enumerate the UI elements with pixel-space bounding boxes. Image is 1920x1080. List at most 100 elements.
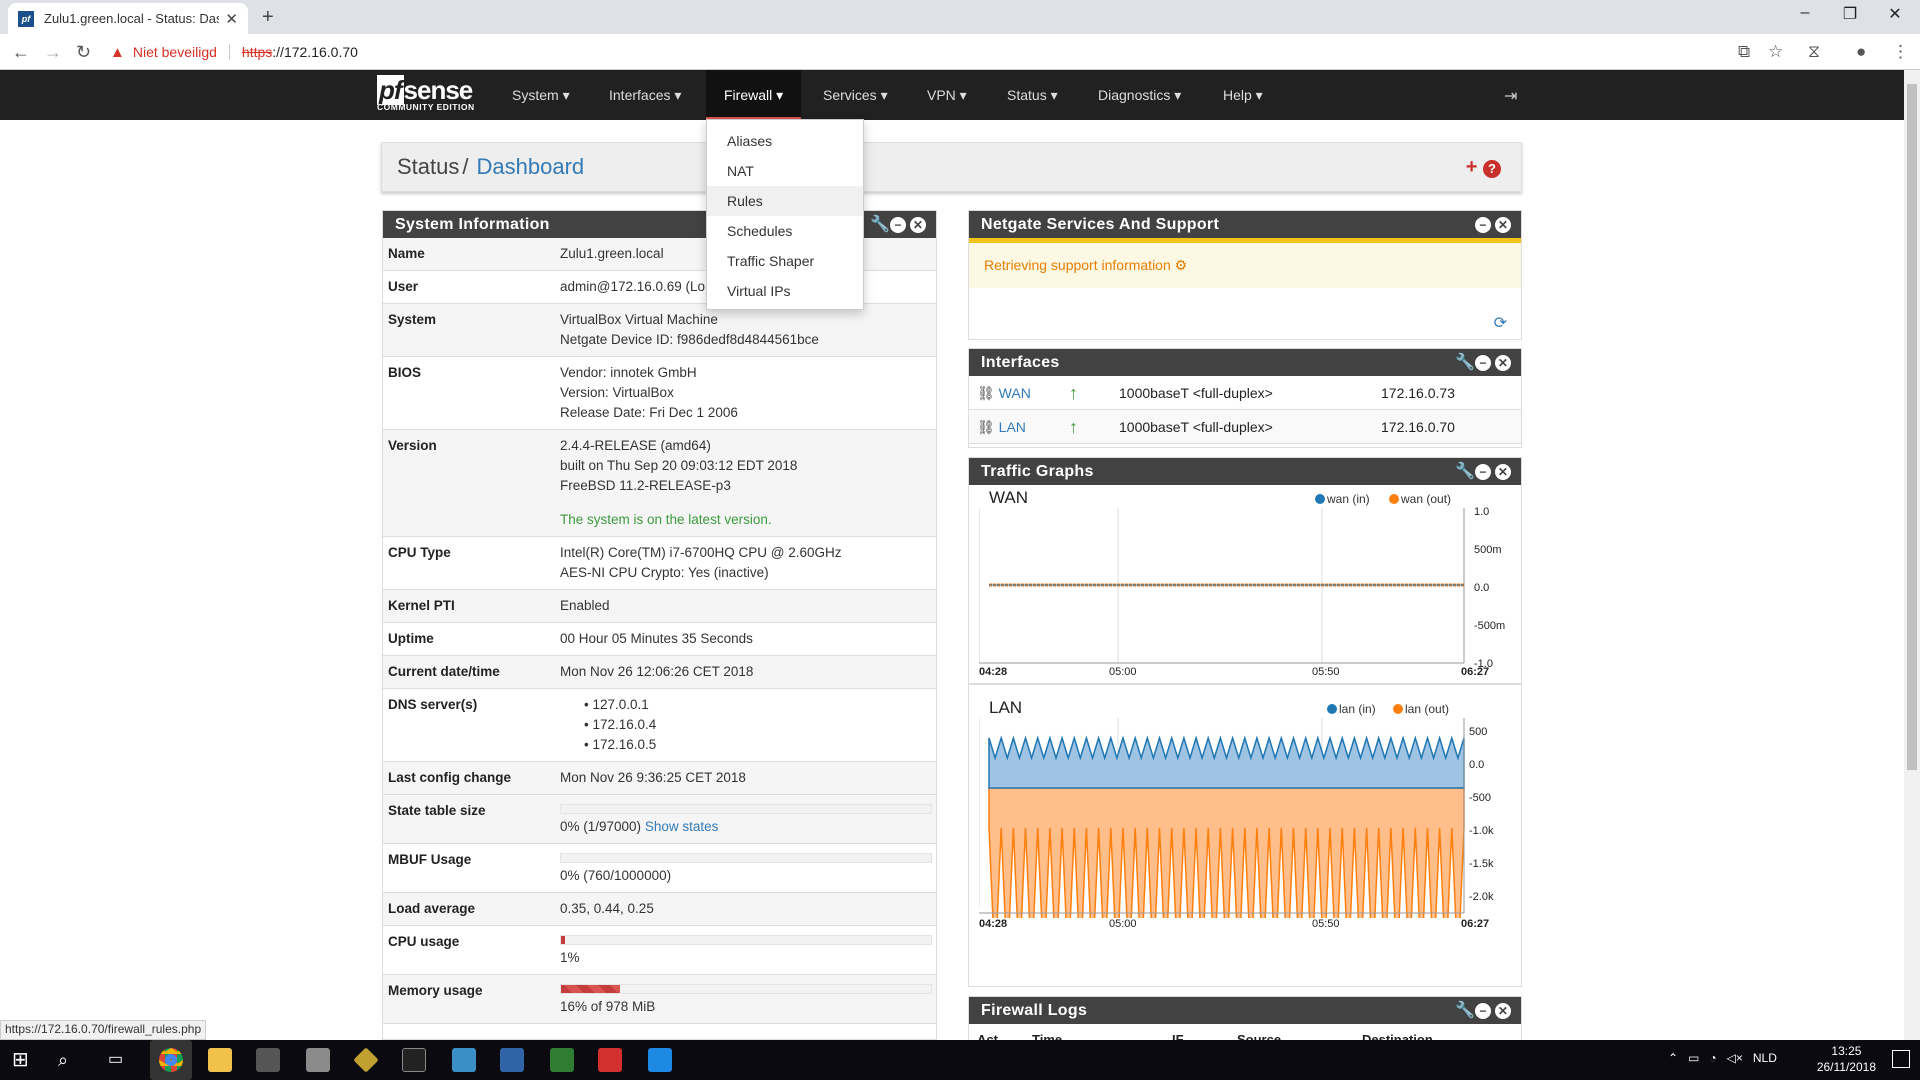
translate-icon[interactable]: ⧉: [1738, 42, 1750, 62]
menu-item-schedules[interactable]: Schedules: [707, 216, 863, 246]
logout-icon[interactable]: ⇥: [1504, 86, 1517, 106]
terminal-icon[interactable]: [402, 1048, 426, 1072]
breadcrumb-page[interactable]: Dashboard: [477, 154, 585, 179]
task-view-icon[interactable]: ▭: [108, 1048, 132, 1072]
minimize-widget-icon[interactable]: −: [1475, 217, 1491, 234]
menu-item-nat[interactable]: NAT: [707, 156, 863, 186]
table-row: BIOS Vendor: innotek GmbH Version: Virtual…: [383, 357, 936, 430]
close-widget-icon[interactable]: ✕: [1495, 355, 1511, 372]
wan-xtick: 06:27: [1461, 666, 1490, 678]
row-label: MBUF Usage: [388, 852, 472, 867]
forward-icon[interactable]: →: [44, 42, 62, 63]
clock[interactable]: 13:25 26/11/2018: [1817, 1043, 1876, 1075]
close-window-button[interactable]: ✕: [1880, 4, 1910, 24]
menu-item-rules[interactable]: Rules: [707, 186, 863, 216]
search-icon[interactable]: ⌕: [58, 1048, 82, 1072]
wrench-icon[interactable]: 🔧: [870, 217, 890, 233]
interface-ip: 172.16.0.70: [1381, 419, 1455, 435]
menu-item-aliases[interactable]: Aliases: [707, 126, 863, 156]
value-line: The system is on the latest version.: [560, 512, 772, 527]
chrome-taskbar-icon[interactable]: [150, 1040, 192, 1080]
new-tab-button[interactable]: +: [262, 6, 274, 29]
add-widget-icon[interactable]: +: [1466, 156, 1478, 178]
legend-lan-out[interactable]: lan (out): [1393, 702, 1449, 716]
virtualbox-icon[interactable]: [500, 1048, 524, 1072]
legend-lan-in[interactable]: lan (in): [1327, 702, 1376, 716]
wan-ytick: -500m: [1474, 620, 1506, 632]
menu-item-virtual-ips[interactable]: Virtual IPs: [707, 276, 863, 306]
value-line: Netgate Device ID: f986dedf8d4844561bce: [560, 332, 819, 347]
wrench-icon[interactable]: 🔧: [1455, 1003, 1475, 1019]
minimize-widget-icon[interactable]: −: [890, 217, 906, 234]
network-icon: ⛓: [977, 419, 999, 435]
pdf-reader-icon[interactable]: [598, 1048, 622, 1072]
scrollbar-thumb[interactable]: [1907, 84, 1917, 770]
nav-status[interactable]: Status ▾: [1007, 70, 1058, 120]
minimize-button[interactable]: –: [1790, 4, 1820, 22]
value-line: Mon Nov 26 12:06:26 CET 2018: [560, 664, 754, 679]
wan-ytick: 1.0: [1474, 506, 1490, 518]
wrench-icon[interactable]: 🔧: [1455, 355, 1475, 371]
nav-diagnostics[interactable]: Diagnostics ▾: [1098, 70, 1181, 120]
interface-link-wan[interactable]: WAN: [999, 385, 1031, 401]
notification-icon[interactable]: [1892, 1050, 1910, 1068]
legend-wan-in[interactable]: wan (in): [1315, 492, 1370, 506]
profile-icon[interactable]: ●: [1856, 42, 1866, 62]
url-field[interactable]: ▲ Niet beveiligd https ://172.16.0.70: [110, 39, 1740, 65]
minimize-widget-icon[interactable]: −: [1475, 355, 1491, 372]
tab-title: Zulu1.green.local - Status: Dashb: [44, 11, 220, 26]
security-label: Niet beveiligd: [132, 44, 217, 60]
minimize-widget-icon[interactable]: −: [1475, 1003, 1491, 1020]
windows-start-icon[interactable]: ⊞: [12, 1048, 36, 1072]
show-states-link[interactable]: Show states: [645, 819, 719, 834]
menu-kebab-icon[interactable]: ⋮: [1892, 42, 1909, 62]
refresh-icon[interactable]: ⟳: [1494, 313, 1507, 333]
nav-help[interactable]: Help ▾: [1223, 70, 1263, 120]
interface-link-lan[interactable]: LAN: [999, 419, 1026, 435]
panel-title: Traffic Graphs: [981, 463, 1094, 480]
pfsense-logo[interactable]: pfsense COMMUNITY EDITION: [377, 75, 475, 112]
wrench-icon[interactable]: 🔧: [1455, 464, 1475, 480]
close-widget-icon[interactable]: ✕: [1495, 464, 1511, 481]
browser-tab[interactable]: pf Zulu1.green.local - Status: Dashb ✕: [8, 3, 248, 34]
file-explorer-icon[interactable]: [208, 1048, 232, 1072]
app-icon[interactable]: [306, 1048, 330, 1072]
help-icon[interactable]: ?: [1483, 160, 1501, 178]
extension-icon[interactable]: ⧖: [1808, 42, 1820, 62]
system-tray[interactable]: ⌃ ▭ ◔ ◁× NLD: [1668, 1051, 1777, 1065]
wan-ytick: 0.0: [1474, 582, 1490, 594]
lan-xtick: 04:28: [979, 918, 1008, 930]
legend-wan-out[interactable]: wan (out): [1389, 492, 1451, 506]
nav-interfaces[interactable]: Interfaces ▾: [609, 70, 681, 120]
vscode-icon[interactable]: [648, 1048, 672, 1072]
close-widget-icon[interactable]: ✕: [1495, 217, 1511, 234]
nav-services[interactable]: Services ▾: [823, 70, 888, 120]
nav-system[interactable]: System ▾: [512, 70, 570, 120]
interface-row: ⛓ WAN ↑ 1000baseT <full-duplex> 172.16.0.73: [969, 376, 1521, 410]
maximize-button[interactable]: ❐: [1835, 4, 1865, 24]
language-indicator[interactable]: NLD: [1753, 1051, 1777, 1065]
back-icon[interactable]: ←: [12, 42, 30, 63]
nav-firewall[interactable]: Firewall ▾: [706, 70, 802, 120]
spreadsheet-icon[interactable]: [550, 1048, 574, 1072]
remote-desktop-icon[interactable]: [452, 1048, 476, 1072]
page-scrollbar[interactable]: [1904, 70, 1920, 1040]
lan-xtick: 05:00: [1109, 918, 1137, 930]
minimize-widget-icon[interactable]: −: [1475, 464, 1491, 481]
value-line: [560, 496, 932, 510]
close-widget-icon[interactable]: ✕: [1495, 1003, 1511, 1020]
git-icon[interactable]: [353, 1047, 379, 1073]
value-line: Mon Nov 26 9:36:25 CET 2018: [560, 770, 746, 785]
nav-vpn[interactable]: VPN ▾: [927, 70, 967, 120]
reload-icon[interactable]: ↻: [76, 42, 91, 63]
bookmark-star-icon[interactable]: ☆: [1768, 42, 1783, 62]
close-tab-icon[interactable]: ✕: [225, 10, 238, 28]
store-icon[interactable]: [256, 1048, 280, 1072]
divider: [969, 683, 1521, 685]
menu-item-traffic-shaper[interactable]: Traffic Shaper: [707, 246, 863, 276]
table-row: Current date/time Mon Nov 26 12:06:26 CET…: [383, 656, 936, 689]
close-widget-icon[interactable]: ✕: [910, 217, 926, 234]
pfsense-navbar: pfsense COMMUNITY EDITION System ▾ Inter…: [0, 70, 1904, 120]
row-label: Uptime: [388, 631, 434, 646]
row-label: BIOS: [388, 365, 422, 380]
